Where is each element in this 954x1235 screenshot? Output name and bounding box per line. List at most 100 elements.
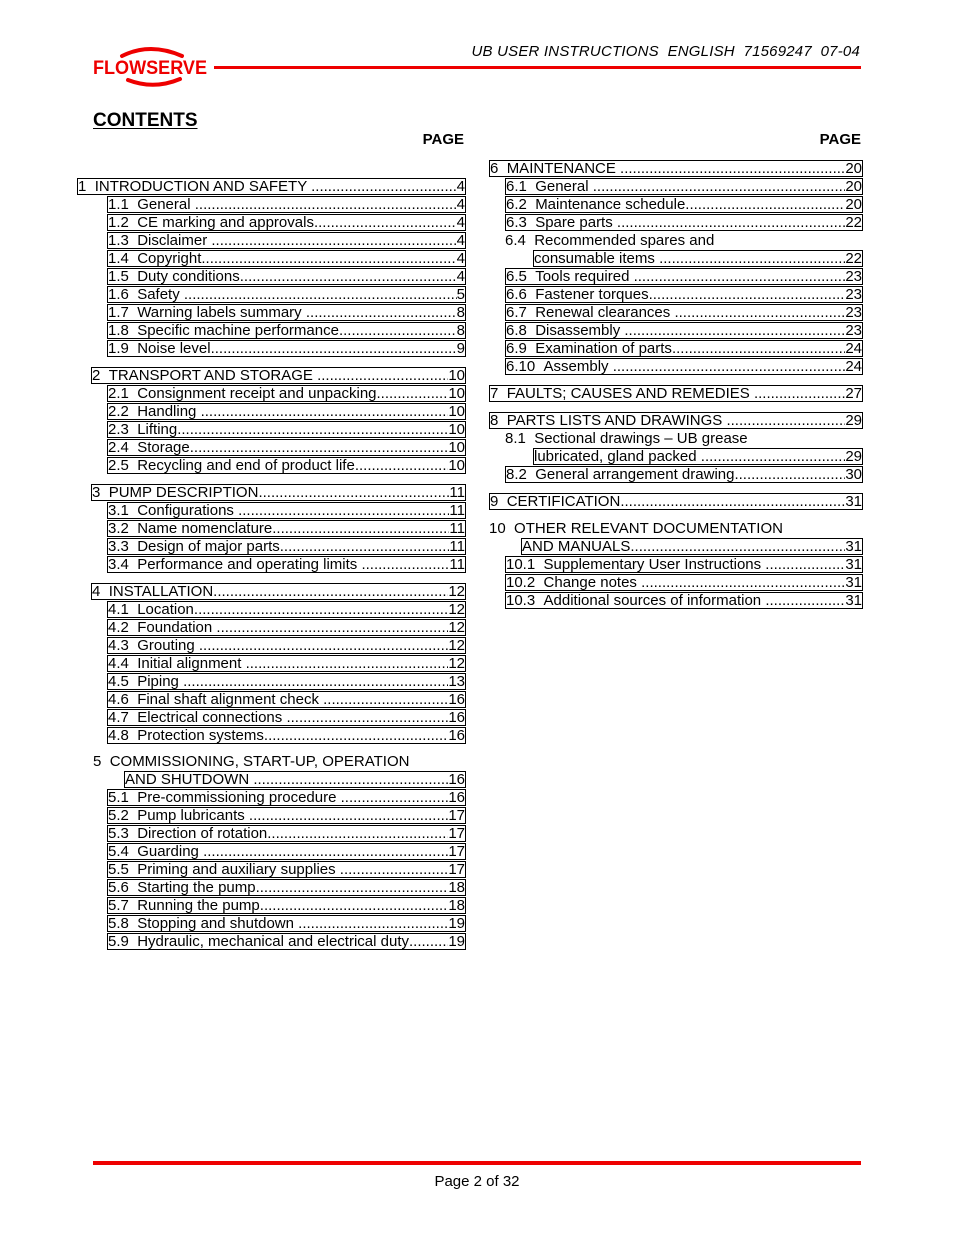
- toc-entry-page: 27: [845, 385, 862, 402]
- toc-entry-s2-2[interactable]: 2.2 Handling 10: [107, 403, 466, 420]
- toc-entry-s6-6[interactable]: 6.6 Fastener torques 23: [505, 286, 863, 303]
- toc-entry-title-line1: Recommended spares and: [534, 232, 715, 249]
- toc-entry-s1-7[interactable]: 1.7 Warning labels summary 8: [107, 304, 466, 321]
- toc-entry-s8[interactable]: 8 PARTS LISTS AND DRAWINGS 29: [489, 412, 863, 429]
- toc-entry-page: 31: [845, 538, 862, 555]
- toc-entry-s4-1[interactable]: 4.1 Location 12: [107, 601, 466, 618]
- toc-entry-s1-1[interactable]: 1.1 General 4: [107, 196, 466, 213]
- toc-entry-title: Name nomenclature: [137, 520, 273, 537]
- toc-entry-s6-8[interactable]: 6.8 Disassembly 23: [505, 322, 863, 339]
- toc-entry-s2-5[interactable]: 2.5 Recycling and end of product life 10: [107, 457, 466, 474]
- toc-dot-leader: [298, 916, 448, 931]
- toc-entry-title: INSTALLATION: [108, 583, 214, 600]
- toc-entry-s6-5[interactable]: 6.5 Tools required 23: [505, 268, 863, 285]
- toc-entry-page: 17: [448, 861, 465, 878]
- toc-entry-page: 20: [845, 196, 862, 213]
- toc-dot-leader: [311, 179, 457, 194]
- toc-entry-s1[interactable]: 1 INTRODUCTION AND SAFETY 4: [77, 178, 466, 195]
- toc-entry-heading-line: 6.4 Recommended spares and: [505, 233, 714, 249]
- toc-entry-s1-4[interactable]: 1.4 Copyright 4: [107, 250, 466, 267]
- toc-entry-page: 16: [448, 789, 465, 806]
- toc-entry-s3-4[interactable]: 3.4 Performance and operating limits 11: [107, 556, 466, 573]
- toc-entry-page: 29: [845, 412, 862, 429]
- toc-entry-s10[interactable]: AND MANUALS 31: [521, 538, 863, 555]
- toc-entry-s1-5[interactable]: 1.5 Duty conditions 4: [107, 268, 466, 285]
- toc-entry-s6[interactable]: 6 MAINTENANCE 20: [489, 160, 863, 177]
- toc-entry-s2-1[interactable]: 2.1 Consignment receipt and unpacking 10: [107, 385, 466, 402]
- toc-entry-s2[interactable]: 2 TRANSPORT AND STORAGE 10: [91, 367, 466, 384]
- toc-entry-s5-5[interactable]: 5.5 Priming and auxiliary supplies 17: [107, 861, 466, 878]
- toc-dot-leader: [306, 305, 457, 320]
- toc-entry-s5-4[interactable]: 5.4 Guarding 17: [107, 843, 466, 860]
- toc-entry-number: 5.5: [108, 861, 138, 878]
- toc-entry-s8-2[interactable]: 8.2 General arrangement drawing 30: [505, 466, 863, 483]
- toc-entry-s1-9[interactable]: 1.9 Noise level 9: [107, 340, 466, 357]
- toc-dot-leader: [199, 638, 448, 653]
- toc-entry-number: 5.8: [108, 915, 138, 932]
- toc-entry-number: 1.8: [108, 322, 138, 339]
- toc-entry-s4-2[interactable]: 4.2 Foundation 12: [107, 619, 466, 636]
- toc-entry-s3-1[interactable]: 3.1 Configurations 11: [107, 502, 466, 519]
- toc-entry-s7[interactable]: 7 FAULTS; CAUSES AND REMEDIES 27: [489, 385, 863, 402]
- toc-entry-s5-7[interactable]: 5.7 Running the pump 18: [107, 897, 466, 914]
- toc-entry-number: 4: [92, 583, 109, 600]
- toc-entry-page: 4: [456, 250, 465, 267]
- toc-dot-leader: [593, 179, 846, 194]
- toc-dot-leader: [674, 305, 845, 320]
- toc-entry-s2-3[interactable]: 2.3 Lifting 10: [107, 421, 466, 438]
- toc-entry-s1-2[interactable]: 1.2 CE marking and approvals 4: [107, 214, 466, 231]
- toc-dot-leader: [194, 602, 448, 617]
- toc-entry-s6-7[interactable]: 6.7 Renewal clearances 23: [505, 304, 863, 321]
- toc-entry-s6-1[interactable]: 6.1 General 20: [505, 178, 863, 195]
- toc-entry-s4-3[interactable]: 4.3 Grouting 12: [107, 637, 466, 654]
- toc-entry-page: 23: [845, 304, 862, 321]
- toc-entry-s5-9[interactable]: 5.9 Hydraulic, mechanical and electrical…: [107, 933, 466, 950]
- toc-entry-s4[interactable]: 4 INSTALLATION 12: [91, 583, 466, 600]
- toc-entry-number: 3: [92, 484, 109, 501]
- toc-entry-s5-3[interactable]: 5.3 Direction of rotation 17: [107, 825, 466, 842]
- toc-entry-s3-2[interactable]: 3.2 Name nomenclature 11: [107, 520, 466, 537]
- toc-entry-s3-3[interactable]: 3.3 Design of major parts 11: [107, 538, 466, 555]
- toc-entry-page: 13: [448, 673, 465, 690]
- toc-entry-s10-2[interactable]: 10.2 Change notes 31: [505, 574, 863, 591]
- toc-entry-s6-2[interactable]: 6.2 Maintenance schedule 20: [505, 196, 863, 213]
- toc-entry-s9[interactable]: 9 CERTIFICATION 31: [489, 493, 863, 510]
- toc-entry-s1-6[interactable]: 1.6 Safety 5: [107, 286, 466, 303]
- toc-entry-s5-8[interactable]: 5.8 Stopping and shutdown 19: [107, 915, 466, 932]
- toc-entry-s6-10[interactable]: 6.10 Assembly 24: [505, 358, 863, 375]
- toc-entry-s1-8[interactable]: 1.8 Specific machine performance 8: [107, 322, 466, 339]
- toc-entry-title: FAULTS; CAUSES AND REMEDIES: [506, 385, 754, 402]
- toc-entry-s6-4[interactable]: consumable items 22: [533, 250, 863, 267]
- toc-entry-page: 11: [449, 484, 465, 501]
- toc-entry-s4-7[interactable]: 4.7 Electrical connections 16: [107, 709, 466, 726]
- toc-entry-page: 19: [448, 933, 465, 950]
- toc-dot-leader: [238, 503, 449, 518]
- toc-entry-s4-6[interactable]: 4.6 Final shaft alignment check 16: [107, 691, 466, 708]
- toc-entry-page: 10: [448, 439, 465, 456]
- toc-entry-s1-3[interactable]: 1.3 Disclaimer 4: [107, 232, 466, 249]
- toc-entry-page: 17: [448, 807, 465, 824]
- toc-entry-page: 12: [448, 637, 465, 654]
- toc-entry-s5-2[interactable]: 5.2 Pump lubricants 17: [107, 807, 466, 824]
- toc-entry-s6-3[interactable]: 6.3 Spare parts 22: [505, 214, 863, 231]
- toc-entry-s6-9[interactable]: 6.9 Examination of parts 24: [505, 340, 863, 357]
- toc-entry-title: lubricated, gland packed: [534, 448, 701, 465]
- toc-entry-title: Location: [137, 601, 194, 618]
- toc-entry-s5-1[interactable]: 5.1 Pre-commissioning procedure 16: [107, 789, 466, 806]
- toc-entry-s8-1[interactable]: lubricated, gland packed 29: [533, 448, 863, 465]
- toc-entry-title: Starting the pump: [137, 879, 256, 896]
- toc-entry-page: 4: [456, 232, 465, 249]
- toc-entry-s4-4[interactable]: 4.4 Initial alignment 12: [107, 655, 466, 672]
- toc-entry-s4-5[interactable]: 4.5 Piping 13: [107, 673, 466, 690]
- toc-entry-title: Handling: [137, 403, 201, 420]
- toc-entry-s4-8[interactable]: 4.8 Protection systems 16: [107, 727, 466, 744]
- toc-entry-s5-6[interactable]: 5.6 Starting the pump 18: [107, 879, 466, 896]
- toc-entry-s3[interactable]: 3 PUMP DESCRIPTION 11: [91, 484, 466, 501]
- toc-dot-leader: [249, 808, 448, 823]
- toc-entry-s2-4[interactable]: 2.4 Storage 10: [107, 439, 466, 456]
- toc-entry-number: 1: [78, 178, 95, 195]
- toc-entry-s10-3[interactable]: 10.3 Additional sources of information 3…: [505, 592, 863, 609]
- toc-entry-title: Additional sources of information: [543, 592, 766, 609]
- toc-entry-s10-1[interactable]: 10.1 Supplementary User Instructions 31: [505, 556, 863, 573]
- toc-entry-s5[interactable]: AND SHUTDOWN 16: [124, 771, 466, 788]
